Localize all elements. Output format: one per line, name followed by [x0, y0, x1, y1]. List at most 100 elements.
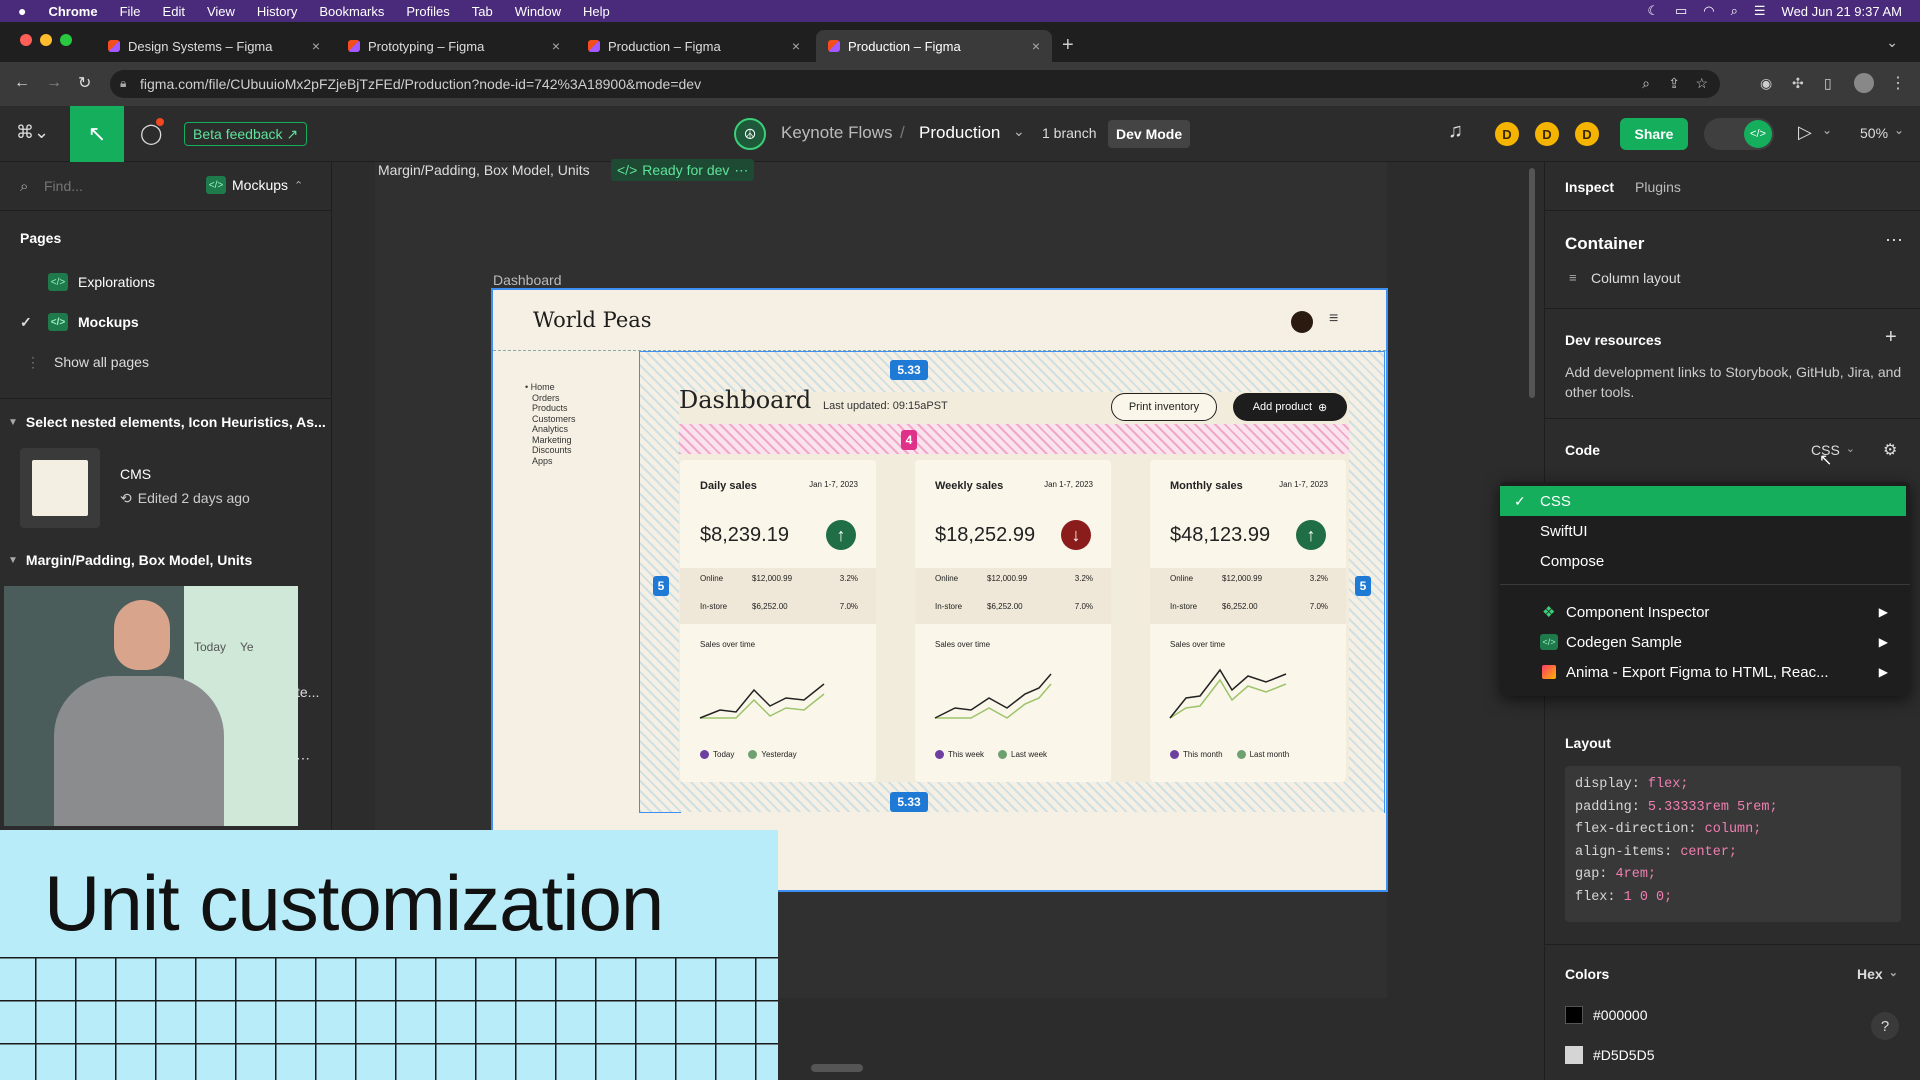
close-tab-icon[interactable]: × — [792, 38, 800, 54]
close-tab-icon[interactable]: × — [312, 38, 320, 54]
nav-discounts[interactable]: Discounts — [525, 445, 576, 456]
close-window-button[interactable] — [20, 34, 32, 46]
cms-thumbnail[interactable] — [20, 448, 100, 528]
profile-avatar[interactable] — [1854, 73, 1874, 93]
avatar[interactable]: D — [1573, 120, 1601, 148]
find-input[interactable] — [44, 174, 194, 198]
add-product-button[interactable]: Add product ⊕ — [1233, 393, 1347, 421]
new-tab-icon[interactable]: + — [1062, 34, 1074, 57]
css-code-block[interactable]: display: flex; padding: 5.33333rem 5rem; f… — [1565, 766, 1901, 922]
add-resource-icon[interactable]: + — [1885, 326, 1897, 349]
menu-view[interactable]: View — [207, 4, 235, 19]
nav-apps[interactable]: Apps — [525, 456, 576, 467]
browser-tab[interactable]: Design Systems – Figma × — [96, 30, 332, 62]
move-tool-button[interactable]: ↖ — [70, 106, 124, 162]
clock[interactable]: Wed Jun 21 9:37 AM — [1782, 4, 1902, 19]
project-name[interactable]: Keynote Flows — [781, 123, 893, 143]
moon-icon[interactable]: ☾ — [1647, 3, 1659, 19]
reload-icon[interactable]: ↻ — [78, 73, 91, 93]
dev-mode-badge[interactable]: Dev Mode — [1108, 120, 1191, 148]
sidebar-icon[interactable]: ▯ — [1824, 75, 1832, 92]
extension-icon[interactable]: ◉ — [1760, 75, 1772, 92]
section-margin-padding[interactable]: ▼ Margin/Padding, Box Model, Units — [0, 546, 332, 574]
menu-help[interactable]: Help — [583, 4, 610, 19]
battery-icon[interactable]: ▭ — [1675, 3, 1687, 19]
ready-for-dev-badge[interactable]: </> Ready for dev ⋯ — [611, 159, 755, 181]
close-tab-icon[interactable]: × — [1032, 38, 1040, 54]
tab-inspect[interactable]: Inspect — [1565, 179, 1614, 195]
apple-icon[interactable]: ● — [18, 3, 26, 19]
minimize-window-button[interactable] — [40, 34, 52, 46]
chevron-down-icon[interactable]: ⌄ — [1013, 123, 1025, 140]
headphones-icon[interactable]: ♫ — [1448, 120, 1463, 143]
help-button[interactable]: ? — [1871, 1012, 1899, 1040]
dropdown-option-css[interactable]: ✓ CSS — [1500, 486, 1906, 516]
browser-tab[interactable]: Prototyping – Figma × — [336, 30, 572, 62]
color-swatch-row[interactable]: #000000 — [1565, 1006, 1648, 1024]
browser-tab-active[interactable]: Production – Figma × — [816, 30, 1052, 62]
menu-tab[interactable]: Tab — [472, 4, 493, 19]
share-button[interactable]: Share — [1620, 118, 1688, 150]
wifi-icon[interactable]: ◠ — [1703, 3, 1714, 19]
menu-profiles[interactable]: Profiles — [406, 4, 449, 19]
page-selector[interactable]: </> Mockups ⌃ — [206, 176, 303, 194]
menu-bookmarks[interactable]: Bookmarks — [319, 4, 384, 19]
browser-tab[interactable]: Production – Figma × — [576, 30, 812, 62]
color-format-selector[interactable]: Hex ⌄ — [1857, 966, 1898, 982]
chevron-down-icon[interactable]: ⌄ — [1822, 123, 1832, 137]
zoom-level[interactable]: 50% — [1860, 125, 1888, 141]
nav-orders[interactable]: Orders — [525, 393, 576, 404]
menu-app-name[interactable]: Chrome — [48, 4, 97, 19]
show-all-pages-link[interactable]: ⋮ Show all pages — [0, 348, 332, 376]
menu-edit[interactable]: Edit — [163, 4, 185, 19]
stat-card[interactable]: Daily sales Jan 1-7, 2023 $8,239.19 ↑ Online… — [680, 460, 876, 782]
team-icon[interactable]: ☮ — [734, 118, 766, 150]
nav-home[interactable]: • Home — [525, 382, 576, 393]
language-selector[interactable]: CSS ⌄ — [1811, 442, 1855, 458]
page-item-mockups[interactable]: ✓ </> Mockups — [0, 308, 332, 336]
chevron-down-icon[interactable]: ⌄ — [1894, 123, 1904, 137]
frame-label[interactable]: Dashboard — [493, 272, 562, 288]
forward-icon[interactable]: → — [46, 74, 62, 92]
horizontal-scrollbar[interactable] — [811, 1064, 863, 1072]
close-tab-icon[interactable]: × — [552, 38, 560, 54]
dropdown-plugin-component-inspector[interactable]: ❖ Component Inspector ▶ — [1500, 597, 1910, 627]
section-nested-elements[interactable]: ▼ Select nested elements, Icon Heuristics… — [0, 408, 332, 436]
puzzle-icon[interactable]: ✣ — [1792, 75, 1804, 92]
hamburger-icon[interactable]: ≡ — [1329, 310, 1338, 328]
nav-products[interactable]: Products — [525, 403, 576, 414]
figma-menu-icon[interactable]: ⌘⌄ — [16, 122, 49, 143]
cms-title[interactable]: CMS — [120, 466, 151, 482]
menu-window[interactable]: Window — [515, 4, 561, 19]
more-icon[interactable]: ⋯ — [296, 750, 310, 767]
more-icon[interactable]: ⋮ — [1890, 73, 1906, 93]
branch-label[interactable]: 1 branch — [1042, 125, 1096, 141]
print-inventory-button[interactable]: Print inventory — [1111, 393, 1217, 421]
back-icon[interactable]: ← — [14, 74, 30, 92]
stat-card[interactable]: Monthly sales Jan 1-7, 2023 $48,123.99 ↑ Onl… — [1150, 460, 1346, 782]
tab-plugins[interactable]: Plugins — [1635, 179, 1681, 195]
stat-card[interactable]: Weekly sales Jan 1-7, 2023 $18,252.99 ↓ Onli… — [915, 460, 1111, 782]
menu-history[interactable]: History — [257, 4, 297, 19]
user-avatar[interactable] — [1291, 311, 1313, 333]
nav-marketing[interactable]: Marketing — [525, 435, 576, 446]
chevron-down-icon[interactable]: ⌄ — [1886, 34, 1898, 51]
dropdown-plugin-anima[interactable]: Anima - Export Figma to HTML, Reac... ▶ — [1500, 657, 1910, 687]
nav-customers[interactable]: Customers — [525, 414, 576, 425]
dev-mode-toggle[interactable]: </> — [1704, 118, 1774, 150]
play-icon[interactable]: ▷ — [1798, 122, 1812, 143]
more-icon[interactable]: ⋯ — [1885, 230, 1903, 251]
control-center-icon[interactable]: ☰ — [1754, 3, 1766, 19]
maximize-window-button[interactable] — [60, 34, 72, 46]
dropdown-option-swiftui[interactable]: SwiftUI — [1500, 516, 1910, 546]
share-icon[interactable]: ⇪ — [1668, 75, 1680, 92]
zoom-icon[interactable]: ⌕ — [1642, 75, 1650, 92]
search-icon[interactable]: ⌕ — [1731, 3, 1738, 19]
nav-analytics[interactable]: Analytics — [525, 424, 576, 435]
dropdown-option-compose[interactable]: Compose — [1500, 546, 1910, 576]
menu-file[interactable]: File — [120, 4, 141, 19]
page-item-explorations[interactable]: </> Explorations — [0, 268, 332, 296]
avatar[interactable]: D — [1533, 120, 1561, 148]
color-swatch-row[interactable]: #D5D5D5 — [1565, 1046, 1654, 1064]
avatar[interactable]: D — [1493, 120, 1521, 148]
